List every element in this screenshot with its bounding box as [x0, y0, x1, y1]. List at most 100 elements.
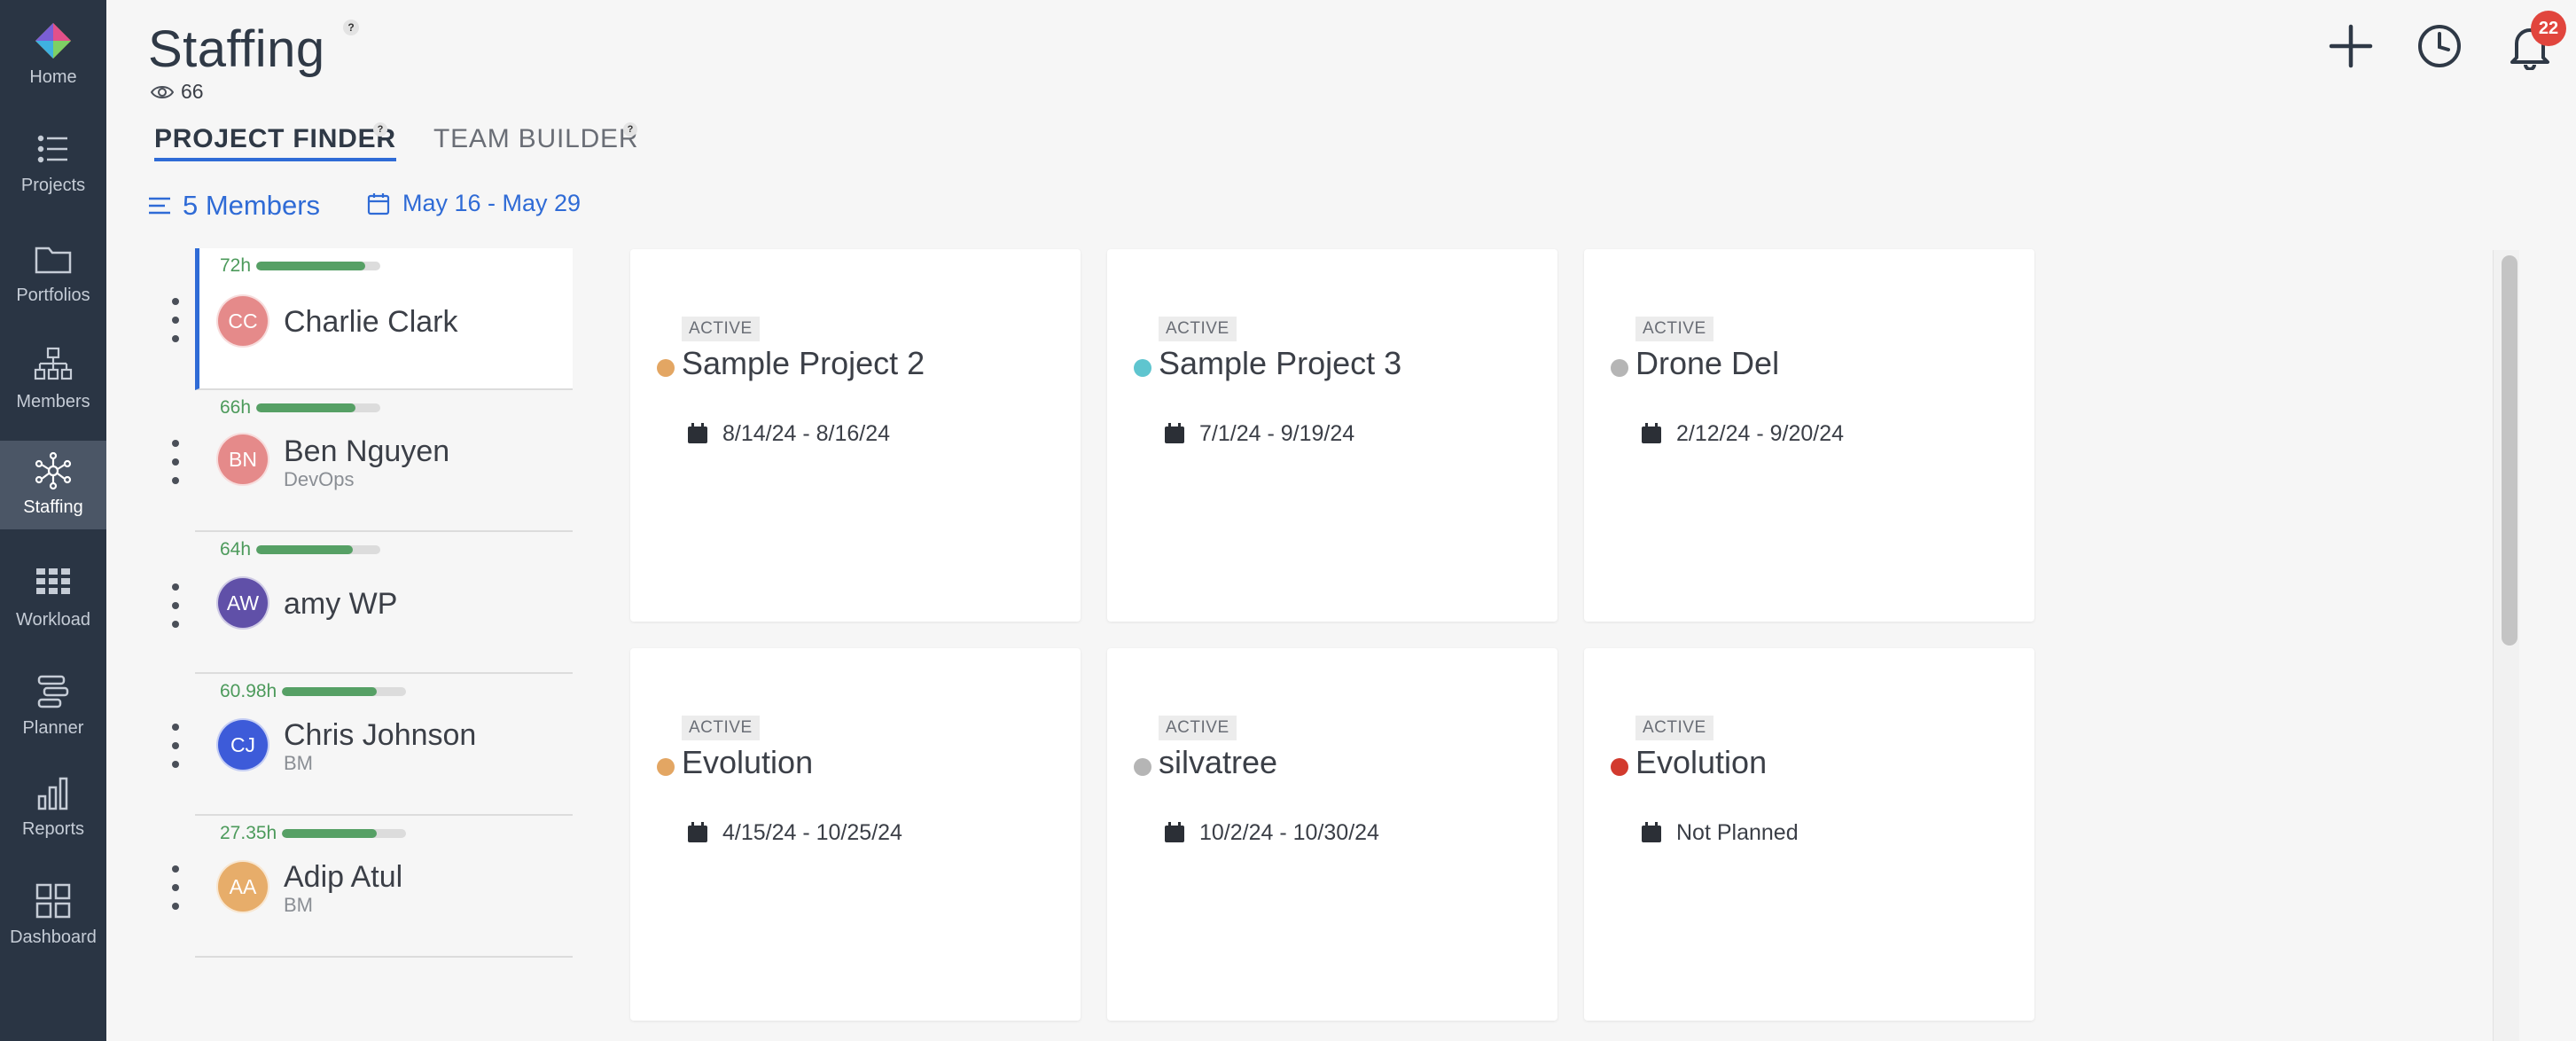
member-card[interactable]: 60.98h CJ Chris Johnson BM	[195, 674, 573, 816]
nav-item-members[interactable]: Members	[0, 346, 106, 417]
nav-item-staffing[interactable]: Staffing	[0, 441, 106, 529]
nav-item-home[interactable]: Home	[0, 21, 106, 98]
member-name: Ben Nguyen	[284, 434, 450, 468]
status-badge: ACTIVE	[682, 317, 760, 341]
project-color-dot	[1611, 359, 1628, 377]
member-options-button[interactable]	[167, 865, 184, 910]
member-hours: 27.35h	[220, 823, 407, 844]
folder-icon	[35, 247, 72, 274]
nav-label-staffing: Staffing	[23, 497, 83, 517]
project-card[interactable]: ACTIVE Sample Project 3 7/1/24 - 9/19/24	[1107, 249, 1557, 622]
member-card[interactable]: 64h AW amy WP	[195, 532, 573, 674]
capacity-bar	[256, 403, 381, 412]
project-color-dot	[1134, 758, 1151, 776]
member-options-button[interactable]	[167, 440, 184, 484]
member-name: Chris Johnson	[284, 718, 477, 752]
member-options-button[interactable]	[167, 583, 184, 628]
nav-label-projects: Projects	[20, 176, 86, 195]
capacity-fill	[282, 687, 377, 696]
nav-item-workload[interactable]: Workload	[0, 564, 106, 635]
nav-item-projects[interactable]: Projects	[0, 129, 106, 200]
member-hours: 72h	[220, 255, 381, 277]
member-card[interactable]: 66h BN Ben Nguyen DevOps	[195, 390, 573, 532]
dashboard-icon	[35, 883, 71, 919]
capacity-bar	[282, 829, 407, 838]
calendar-icon	[688, 822, 707, 842]
project-dates: 10/2/24 - 10/30/24	[1199, 820, 1379, 845]
planner-icon	[37, 675, 69, 708]
tab-project-finder-label: PROJECT FINDER	[154, 124, 396, 153]
project-dates: 7/1/24 - 9/19/24	[1199, 421, 1355, 446]
nav-item-reports[interactable]: Reports	[0, 773, 106, 844]
project-card[interactable]: ACTIVE Evolution Not Planned	[1584, 648, 2034, 1021]
member-name: Adip Atul	[284, 860, 403, 894]
nav-item-portfolios[interactable]: Portfolios	[0, 239, 106, 310]
project-card[interactable]: ACTIVE Drone Del 2/12/24 - 9/20/24	[1584, 249, 2034, 622]
project-dates: Not Planned	[1676, 820, 1799, 845]
project-color-dot	[1611, 758, 1628, 776]
member-hours-value: 27.35h	[220, 823, 277, 843]
calendar-icon	[1165, 423, 1184, 443]
project-color-dot	[1134, 359, 1151, 377]
team-builder-help-icon[interactable]: ?	[623, 122, 637, 137]
avatar: AW	[216, 576, 269, 630]
scrollbar-thumb[interactable]	[2502, 255, 2517, 646]
project-name: Drone Del	[1635, 345, 1780, 381]
member-card[interactable]: 27.35h AA Adip Atul BM	[195, 816, 573, 958]
member-hours-value: 64h	[220, 539, 252, 560]
members-filter-button[interactable]: 5 Members	[149, 190, 320, 222]
project-name: Sample Project 2	[682, 345, 925, 381]
calendar-icon	[1642, 423, 1661, 443]
avatar: AA	[216, 860, 269, 913]
project-dates: 4/15/24 - 10/25/24	[722, 820, 902, 845]
sidebar-nav: Home Projects Portfolios Members Staffin…	[0, 0, 106, 1041]
member-hours: 66h	[220, 397, 381, 419]
nav-label-dashboard: Dashboard	[10, 928, 97, 947]
nav-item-dashboard[interactable]: Dashboard	[0, 881, 106, 952]
project-card[interactable]: ACTIVE Sample Project 2 8/14/24 - 8/16/2…	[630, 249, 1081, 622]
capacity-fill	[256, 403, 356, 412]
tab-team-builder-label: TEAM BUILDER	[433, 124, 639, 153]
project-name: Sample Project 3	[1159, 345, 1402, 381]
project-name: Evolution	[682, 744, 814, 780]
add-button[interactable]	[2324, 20, 2377, 73]
status-badge: ACTIVE	[682, 716, 760, 740]
title-help-icon[interactable]: ?	[343, 20, 359, 35]
plus-icon	[2329, 24, 2373, 68]
member-options-button[interactable]	[167, 298, 184, 342]
status-badge: ACTIVE	[1635, 317, 1713, 341]
member-options-button[interactable]	[167, 724, 184, 768]
member-card[interactable]: 72h CC Charlie Clark	[195, 248, 573, 390]
member-role: BM	[284, 894, 313, 916]
avatar: CC	[216, 294, 269, 348]
member-name: Charlie Clark	[284, 305, 458, 339]
member-hours: 64h	[220, 539, 381, 560]
project-card[interactable]: ACTIVE Evolution 4/15/24 - 10/25/24	[630, 648, 1081, 1021]
nav-label-workload: Workload	[15, 610, 91, 630]
member-name: amy WP	[284, 587, 398, 621]
project-color-dot	[657, 758, 675, 776]
project-finder-help-icon[interactable]: ?	[373, 122, 387, 137]
calendar-icon	[688, 423, 707, 443]
tab-team-builder[interactable]: TEAM BUILDER	[433, 124, 638, 154]
avatar: BN	[216, 433, 269, 486]
avatar: CJ	[216, 718, 269, 771]
history-button[interactable]	[2413, 20, 2466, 73]
network-icon	[35, 451, 72, 490]
grid-icon	[36, 568, 70, 594]
home-logo-icon	[35, 23, 71, 59]
status-badge: ACTIVE	[1159, 716, 1237, 740]
member-hours: 60.98h	[220, 681, 407, 702]
capacity-fill	[282, 829, 377, 838]
member-hours-value: 60.98h	[220, 681, 277, 701]
tab-project-finder[interactable]: PROJECT FINDER	[154, 124, 396, 161]
nav-item-planner[interactable]: Planner	[0, 672, 106, 743]
notification-badge: 22	[2531, 11, 2566, 46]
status-badge: ACTIVE	[1635, 716, 1713, 740]
project-name: silvatree	[1159, 744, 1278, 780]
nav-label-home: Home	[29, 67, 77, 87]
date-range-button[interactable]: May 16 - May 29	[367, 190, 581, 217]
project-card[interactable]: ACTIVE silvatree 10/2/24 - 10/30/24	[1107, 648, 1557, 1021]
member-role: DevOps	[284, 468, 355, 490]
capacity-bar	[256, 262, 381, 270]
